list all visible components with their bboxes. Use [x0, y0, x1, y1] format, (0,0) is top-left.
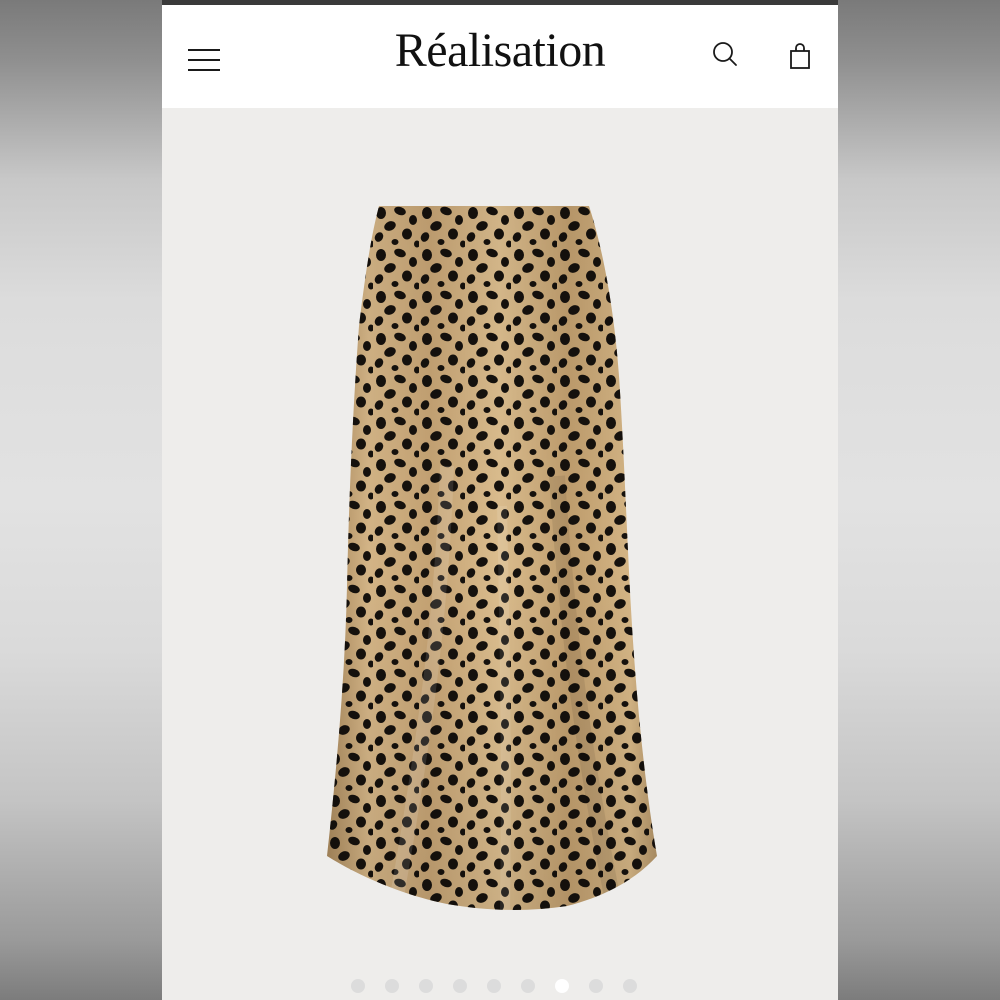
pager-dot-1[interactable] [351, 979, 365, 993]
product-image[interactable] [327, 206, 672, 926]
hamburger-menu-icon[interactable] [186, 43, 222, 77]
pager-dot-6[interactable] [521, 979, 535, 993]
brand-logo[interactable]: Réalisation [395, 24, 606, 77]
image-pager [162, 979, 838, 993]
pager-dot-4[interactable] [453, 979, 467, 993]
menu-bar [188, 59, 220, 61]
product-gallery [162, 108, 838, 1000]
photo-frame: Réalisation [0, 0, 1000, 1000]
phone-screen: Réalisation [162, 0, 838, 1000]
menu-bar [188, 69, 220, 71]
pager-dot-2[interactable] [385, 979, 399, 993]
search-icon[interactable] [710, 39, 742, 71]
pager-dot-5[interactable] [487, 979, 501, 993]
pager-dot-3[interactable] [419, 979, 433, 993]
menu-bar [188, 49, 220, 51]
pager-dot-9[interactable] [623, 979, 637, 993]
skirt-illustration [327, 206, 657, 910]
pager-dot-7[interactable] [555, 979, 569, 993]
shopping-bag-icon[interactable] [785, 41, 815, 73]
site-header: Réalisation [162, 5, 838, 108]
pager-dot-8[interactable] [589, 979, 603, 993]
